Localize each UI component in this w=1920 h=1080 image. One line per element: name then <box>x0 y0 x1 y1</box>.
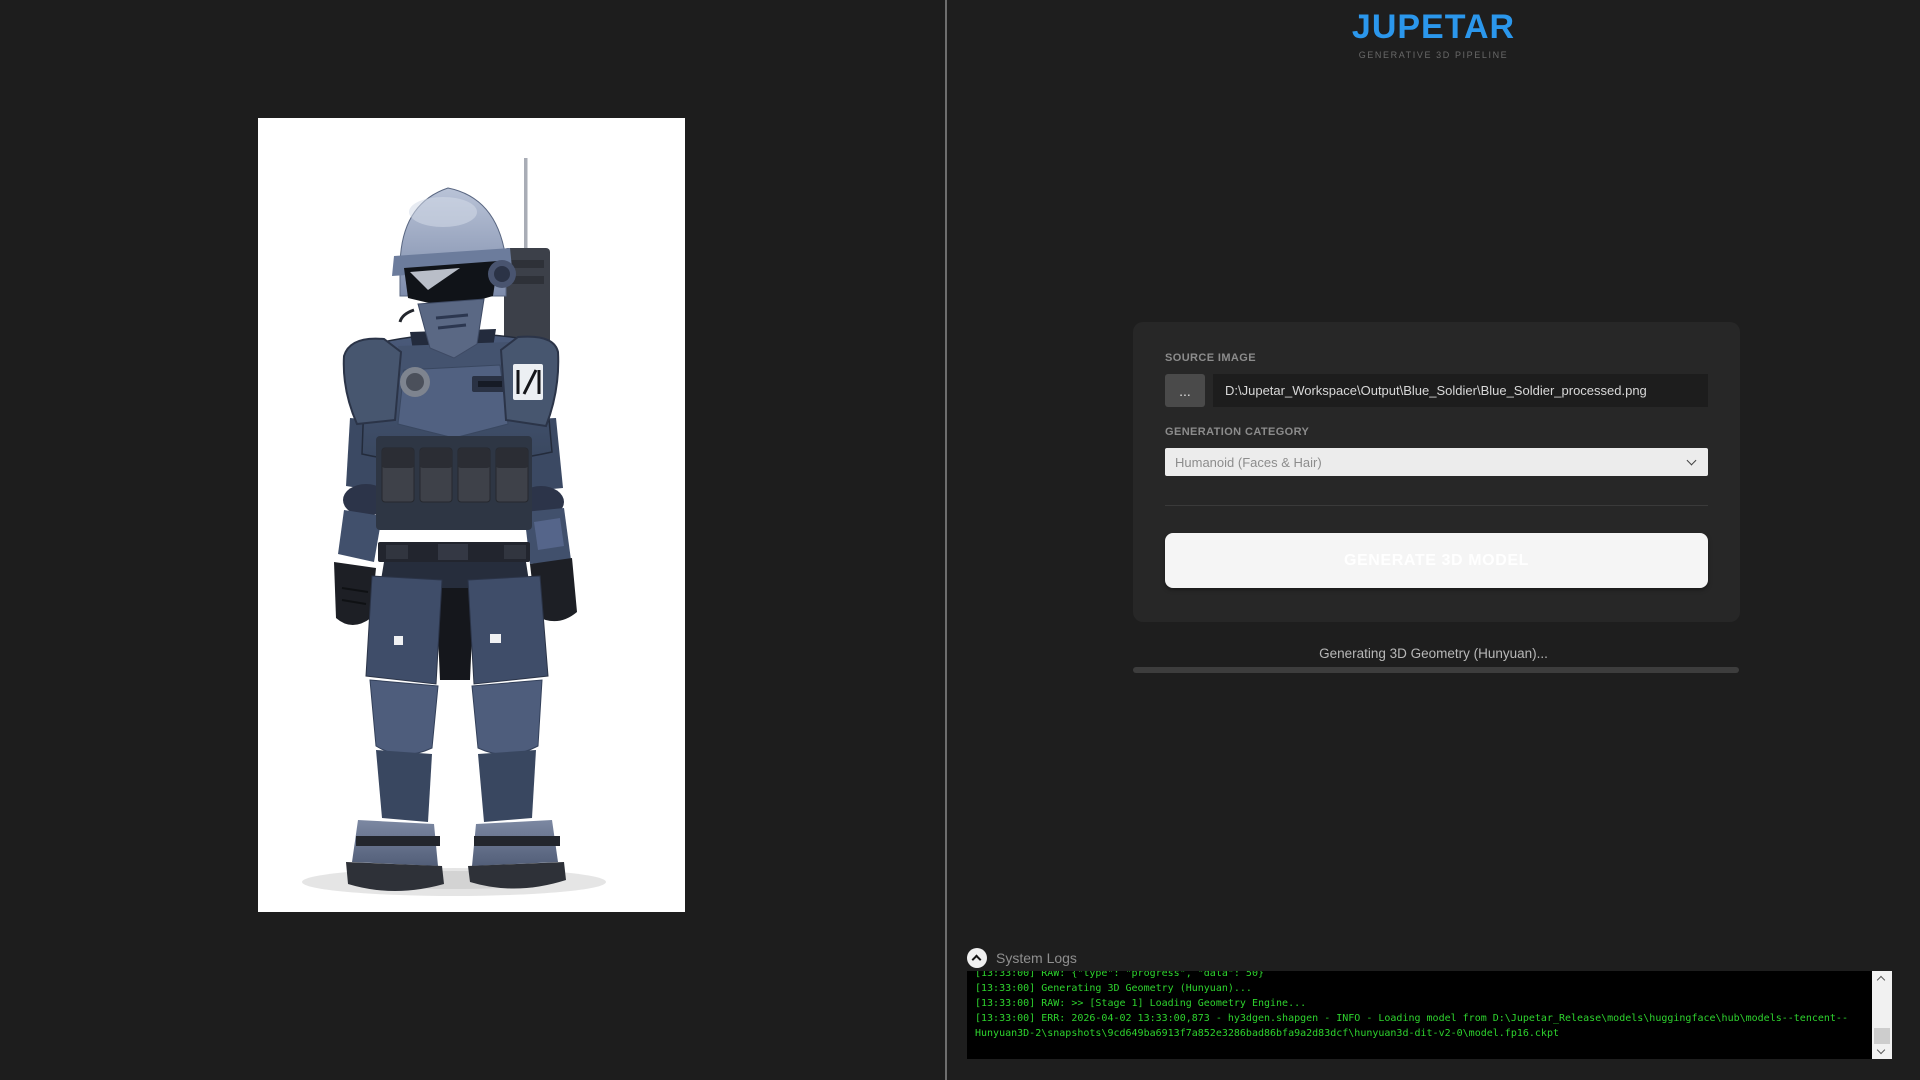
category-select-wrap: Humanoid (Faces & Hair) <box>1165 448 1708 476</box>
log-scrollbar[interactable] <box>1872 971 1892 1059</box>
log-line: [13:33:00] RAW: >> [Stage 1] Loading Geo… <box>975 996 1851 1011</box>
control-panel: JUPETAR GENERATIVE 3D PIPELINE SOURCE IM… <box>947 0 1920 1080</box>
generation-category-label: GENERATION CATEGORY <box>1165 426 1708 438</box>
source-image-preview <box>258 118 685 912</box>
system-logs-label: System Logs <box>996 950 1077 966</box>
log-output: [13:33:00] RAW: {"type": "progress", "da… <box>975 971 1851 1041</box>
scroll-up-button[interactable] <box>1872 971 1892 986</box>
log-line: [13:33:00] RAW: {"type": "progress", "da… <box>975 971 1851 981</box>
generation-form-card: SOURCE IMAGE ... GENERATION CATEGORY Hum… <box>1133 322 1740 622</box>
app-logo: JUPETAR <box>947 8 1920 47</box>
log-line: [13:33:00] Generating 3D Geometry (Hunyu… <box>975 981 1851 996</box>
brand-header: JUPETAR GENERATIVE 3D PIPELINE <box>947 8 1920 60</box>
scroll-down-icon <box>1877 1046 1885 1054</box>
chevron-up-icon <box>972 955 982 965</box>
scrollbar-thumb[interactable] <box>1874 1028 1890 1044</box>
scroll-down-button[interactable] <box>1872 1044 1892 1059</box>
app-tagline: GENERATIVE 3D PIPELINE <box>947 50 1920 60</box>
logs-collapse-button[interactable] <box>967 948 987 968</box>
soldier-image <box>258 118 685 912</box>
system-logs-header: System Logs <box>967 946 1077 970</box>
browse-button[interactable]: ... <box>1165 374 1205 407</box>
form-divider <box>1165 505 1708 506</box>
log-line: [13:33:00] ERR: 2026-04-02 13:33:00,873 … <box>975 1011 1851 1041</box>
preview-panel <box>0 0 945 1080</box>
log-console[interactable]: [13:33:00] RAW: {"type": "progress", "da… <box>967 971 1892 1059</box>
generate-button[interactable]: GENERATE 3D MODEL <box>1165 533 1708 588</box>
category-select[interactable]: Humanoid (Faces & Hair) <box>1165 448 1708 476</box>
progress-bar <box>1133 667 1739 673</box>
source-image-row: ... <box>1165 374 1708 407</box>
status-message: Generating 3D Geometry (Hunyuan)... <box>947 646 1920 661</box>
source-path-input[interactable] <box>1213 374 1708 407</box>
scroll-up-icon <box>1877 976 1885 984</box>
source-image-label: SOURCE IMAGE <box>1165 352 1708 364</box>
